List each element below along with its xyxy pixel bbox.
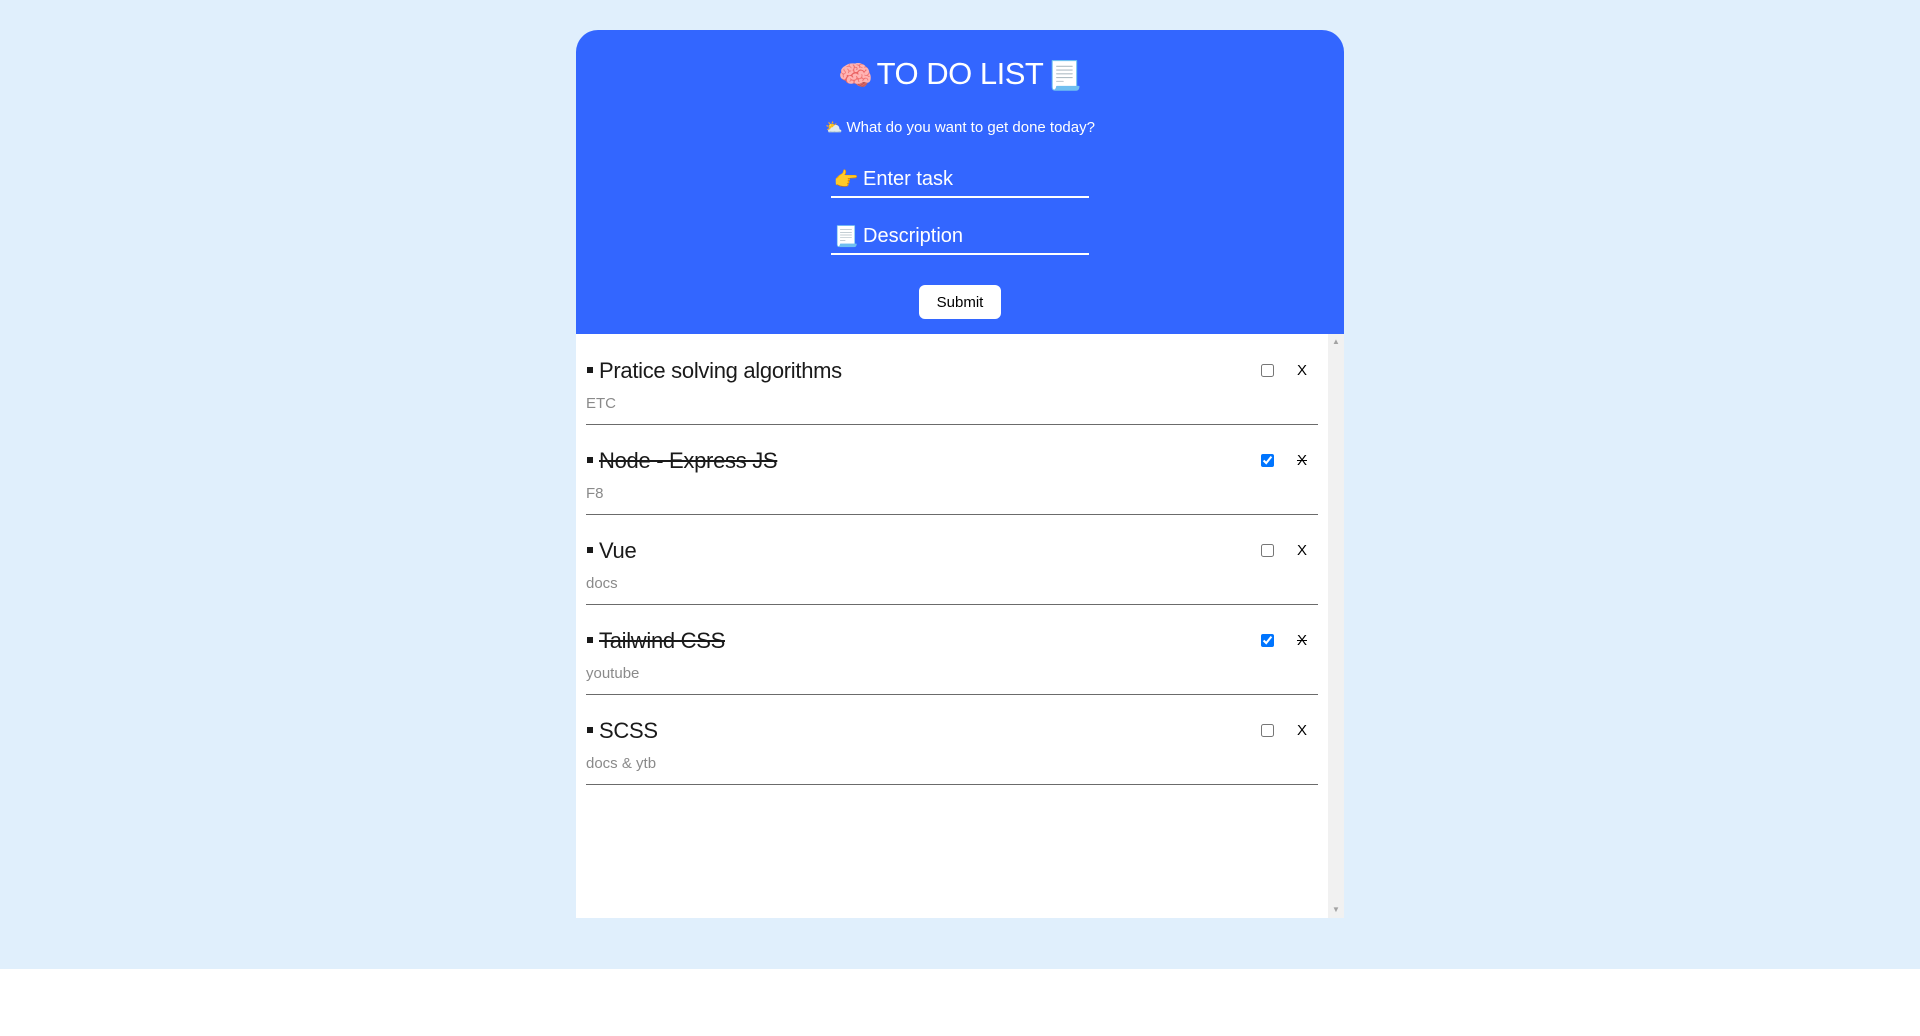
bullet-icon xyxy=(587,727,593,734)
delete-button[interactable]: X xyxy=(1292,630,1312,650)
todo-title: Node - Express JS xyxy=(586,447,778,475)
delete-button[interactable]: X xyxy=(1292,720,1312,740)
delete-button[interactable]: X xyxy=(1292,450,1312,470)
todo-item: Pratice solving algorithms ETC X xyxy=(586,334,1318,425)
todo-item: SCSS docs & ytb X xyxy=(586,694,1318,785)
todo-title: Vue xyxy=(586,537,637,565)
todo-done-checkbox[interactable] xyxy=(1261,634,1274,647)
todo-item: Node - Express JS F8 X xyxy=(586,424,1318,515)
todo-item: Tailwind CSS youtube X xyxy=(586,604,1318,695)
todo-description: F8 xyxy=(586,485,604,502)
todo-list-area: Pratice solving algorithms ETC X Node - … xyxy=(576,334,1344,918)
todo-title-text: Pratice solving algorithms xyxy=(599,358,842,383)
scroll-icon: 📃 xyxy=(833,225,859,248)
task-input[interactable] xyxy=(861,164,1128,194)
brain-icon: 🧠 xyxy=(838,59,873,91)
todo-title-text: Node - Express JS xyxy=(599,448,778,473)
bullet-icon xyxy=(587,547,593,554)
todo-title-text: SCSS xyxy=(599,718,658,743)
todo-done-checkbox[interactable] xyxy=(1261,724,1274,737)
bullet-icon xyxy=(587,367,593,374)
subtitle-text: What do you want to get done today? xyxy=(846,119,1095,136)
scroll-icon: 📃 xyxy=(1047,59,1082,91)
todo-list: Pratice solving algorithms ETC X Node - … xyxy=(576,334,1328,918)
todo-description: docs & ytb xyxy=(586,755,657,772)
todo-card: 🧠 TO DO LIST 📃 ⛅ What do you want to get do… xyxy=(576,30,1344,918)
bullet-icon xyxy=(587,457,593,464)
list-scrollbar[interactable]: ▲ ▼ xyxy=(1328,334,1344,918)
todo-description: ETC xyxy=(586,395,616,412)
bullet-icon xyxy=(587,637,593,644)
todo-description: youtube xyxy=(586,665,640,682)
task-field: 👉 xyxy=(831,162,1128,198)
description-field: 📃 xyxy=(831,219,1128,255)
todo-title-text: Vue xyxy=(599,538,637,563)
todo-done-checkbox[interactable] xyxy=(1261,544,1274,557)
delete-button[interactable]: X xyxy=(1292,360,1312,380)
description-input[interactable] xyxy=(861,221,1128,251)
page-title: 🧠 TO DO LIST 📃 xyxy=(576,54,1344,96)
todo-item: Vue docs X xyxy=(586,514,1318,605)
pointing-hand-icon: 👉 xyxy=(833,168,859,191)
todo-description: docs xyxy=(586,575,618,592)
page-title-text: TO DO LIST xyxy=(876,56,1044,91)
delete-button[interactable]: X xyxy=(1292,540,1312,560)
todo-done-checkbox[interactable] xyxy=(1261,364,1274,377)
todo-done-checkbox[interactable] xyxy=(1261,454,1274,467)
todo-title: Pratice solving algorithms xyxy=(586,357,842,385)
todo-title: Tailwind CSS xyxy=(586,627,725,655)
todo-title-text: Tailwind CSS xyxy=(599,628,726,653)
submit-button[interactable]: Submit xyxy=(919,285,1001,319)
scroll-down-icon[interactable]: ▼ xyxy=(1328,902,1344,918)
todo-header: 🧠 TO DO LIST 📃 ⛅ What do you want to get do… xyxy=(576,30,1344,334)
page-subtitle: ⛅ What do you want to get done today? xyxy=(576,117,1344,138)
cloud-icon: ⛅ xyxy=(825,119,843,135)
todo-title: SCSS xyxy=(586,717,658,745)
scroll-up-icon[interactable]: ▲ xyxy=(1328,334,1344,350)
